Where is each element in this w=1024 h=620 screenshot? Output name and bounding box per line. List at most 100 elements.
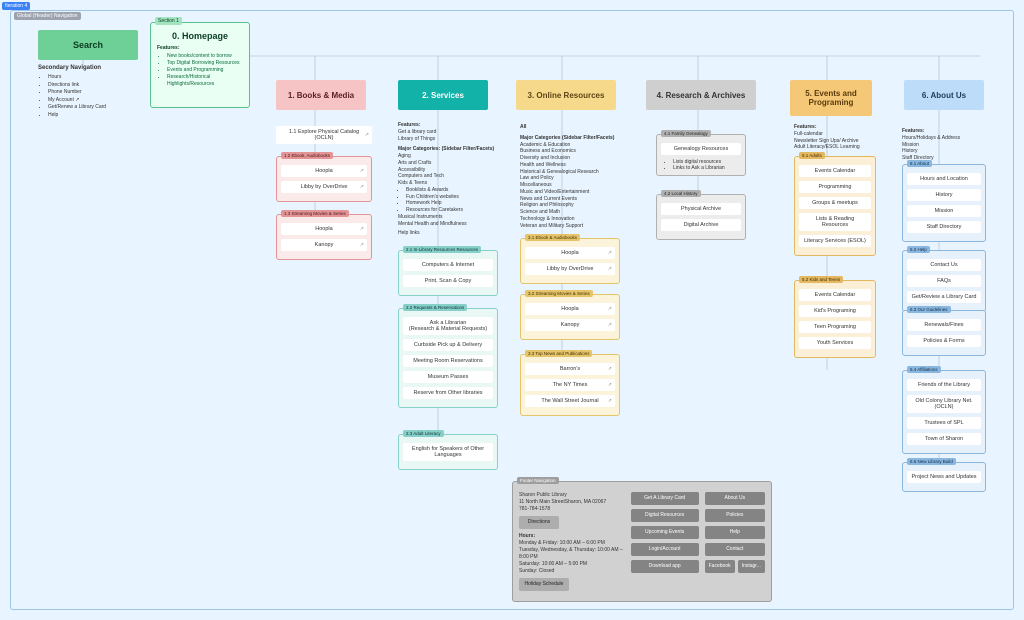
card-about-us[interactable]: 6. About Us [904,80,984,110]
item-programming[interactable]: Programming [799,181,871,193]
item-esol[interactable]: English for Speakers of Other Languages [403,443,493,461]
secnav-item[interactable]: Hours [48,74,148,82]
btn-help[interactable]: Help [705,526,765,539]
group-label: 6.5 New Library Build [907,458,956,465]
card-events[interactable]: 5. Events and Programing [790,80,872,116]
homepage-card[interactable]: Section 1 0. Homepage Features: New book… [150,22,250,108]
group-label: 4.1 Family Genealogy [661,130,711,137]
item-genealogy-resources[interactable]: Genealogy Resources [661,143,741,155]
item-print-scan-copy[interactable]: Print, Scan & Copy [403,275,493,287]
item-ocln[interactable]: Old Colony Library Net. (OCLN) [907,395,981,413]
btn-holiday-schedule[interactable]: Holiday Schedule [519,578,569,591]
secnav-item[interactable]: Get/Renew a Library Card [48,104,148,112]
item-renewals-fines[interactable]: Renewals/Fines [907,319,981,331]
item-groups-meetups[interactable]: Groups & meetups [799,197,871,209]
item-digital-archive[interactable]: Digital Archive [661,219,741,231]
item-hoopla[interactable]: Hoopla↗ [281,223,367,235]
item-wsj[interactable]: The Wall Street Journal↗ [525,395,615,407]
group-label: 6.3 Our Guidelines [907,306,951,313]
item-curbside[interactable]: Curbside Pick up & Delivery [403,339,493,351]
group-adult-literacy: 2.3 Adult Literacy English for Speakers … [398,434,498,470]
item-hoopla[interactable]: Hoopla↗ [281,165,367,177]
external-icon: ↗ [360,184,364,190]
group-label: 3.2 Streaming Movies & Series [525,290,593,297]
item-barrons[interactable]: Barron's↗ [525,363,615,375]
btn-facebook[interactable]: Facebook [705,560,735,573]
btn-policies[interactable]: Policies [705,509,765,522]
item-trustees[interactable]: Trustees of SPL [907,417,981,429]
item-get-card[interactable]: Get/Review a Library Card [907,291,981,303]
btn-digital-resources[interactable]: Digital Resources [631,509,699,522]
group-label: 6.2 Help [907,246,930,253]
btn-instagram[interactable]: Instagr... [738,560,765,573]
group-label: 2.2 Requests & Reservations [403,304,467,311]
item-teen-programming[interactable]: Teen Programing [799,321,871,333]
external-icon: ↗ [608,250,612,256]
item-hoopla[interactable]: Hoopla↗ [525,303,615,315]
group-label: 1.2 Ebook, Audiobooks [281,152,333,159]
item-kanopy[interactable]: Kanopy↗ [281,239,367,251]
item-events-calendar[interactable]: Events Calendar [799,289,871,301]
external-icon: ↗ [608,398,612,404]
group-new-library: 6.5 New Library Build Project News and U… [902,462,986,492]
btn-upcoming-events[interactable]: Upcoming Events [631,526,699,539]
search-box[interactable]: Search [38,30,138,60]
item-kanopy[interactable]: Kanopy↗ [525,319,615,331]
card-research-archives[interactable]: 4. Research & Archives [646,80,756,110]
card-online-resources[interactable]: 3. Online Resources [516,80,616,110]
item-meeting-room[interactable]: Meeting Room Reservations [403,355,493,367]
btn-download-app[interactable]: Download app [631,560,699,573]
btn-get-library-card[interactable]: Get A Library Card [631,492,699,505]
card-books-media[interactable]: 1. Books & Media [276,80,366,110]
item-town-sharon[interactable]: Town of Sharon [907,433,981,445]
group-genealogy: 4.1 Family Genealogy Genealogy Resources… [656,134,746,176]
item-staff-directory[interactable]: Staff Directory [907,221,981,233]
external-icon: ↗ [608,366,612,372]
item-contact-us[interactable]: Contact Us [907,259,981,271]
item-history[interactable]: History [907,189,981,201]
group-requests: 2.2 Requests & Reservations Ask a Librar… [398,308,498,408]
about-text: Features: Hours/Holidays & Address Missi… [902,128,986,162]
item-lists-reading[interactable]: Lists & Reading Resources [799,213,871,231]
item-kids-programming[interactable]: Kid's Programing [799,305,871,317]
item-literacy-esol[interactable]: Literacy Services (ESOL) [799,235,871,247]
item-faqs[interactable]: FAQs [907,275,981,287]
item-policies-forms[interactable]: Policies & Forms [907,335,981,347]
secnav-item[interactable]: My Account ↗ [48,97,148,105]
footer-col2: Get A Library Card Digital Resources Upc… [631,492,699,595]
item-events-calendar[interactable]: Events Calendar [799,165,871,177]
item-youth-services[interactable]: Youth Services [799,337,871,349]
group-label: 6.1 About [907,160,932,167]
item-libby[interactable]: Libby by OverDrive↗ [525,263,615,275]
external-icon: ↗ [608,266,612,272]
item-hours-location[interactable]: Hours and Location [907,173,981,185]
group-label: 3.3 Top News and Publications [525,350,592,357]
item-nytimes[interactable]: The NY Times↗ [525,379,615,391]
item-physical-archive[interactable]: Physical Archive [661,203,741,215]
group-label: 3.1 Ebook & Audiobooks [525,234,580,241]
card-services[interactable]: 2. Services [398,80,488,110]
item-project-news[interactable]: Project News and Updates [907,471,981,483]
secnav-item[interactable]: Directions link [48,82,148,90]
search-title: Search [73,40,103,50]
btn-contact[interactable]: Contact [705,543,765,556]
btn-about-us[interactable]: About Us [705,492,765,505]
secnav-item[interactable]: Phone Number [48,89,148,97]
btn-login-account[interactable]: Login/Account [631,543,699,556]
group-streaming: 1.3 Streaming Movies & Series Hoopla↗ Ka… [276,214,372,260]
item-ask-librarian[interactable]: Ask a Librarian (Research & Material Req… [403,317,493,335]
group-label: 4.2 Local History [661,190,701,197]
group-kids-teens: 5.2 Kids and Teens Events Calendar Kid's… [794,280,876,358]
item-libby[interactable]: Libby by OverDrive↗ [281,181,367,193]
item-friends-library[interactable]: Friends of the Library [907,379,981,391]
secnav-item[interactable]: Help [48,112,148,120]
item-museum-passes[interactable]: Museum Passes [403,371,493,383]
item-hoopla[interactable]: Hoopla↗ [525,247,615,259]
item-reserve-other[interactable]: Reserve from Other libraries [403,387,493,399]
group-ebook-audiobooks: 1.2 Ebook, Audiobooks Hoopla↗ Libby by O… [276,156,372,202]
item-mission[interactable]: Mission [907,205,981,217]
item-computers-internet[interactable]: Computers & Internet [403,259,493,271]
homepage-features: Features: New books/content to borrow To… [151,45,249,92]
btn-directions[interactable]: Directions [519,516,559,529]
item-explore-catalog[interactable]: 1.1 Explore Physical Catalog (OCLN)↗ [276,126,372,144]
